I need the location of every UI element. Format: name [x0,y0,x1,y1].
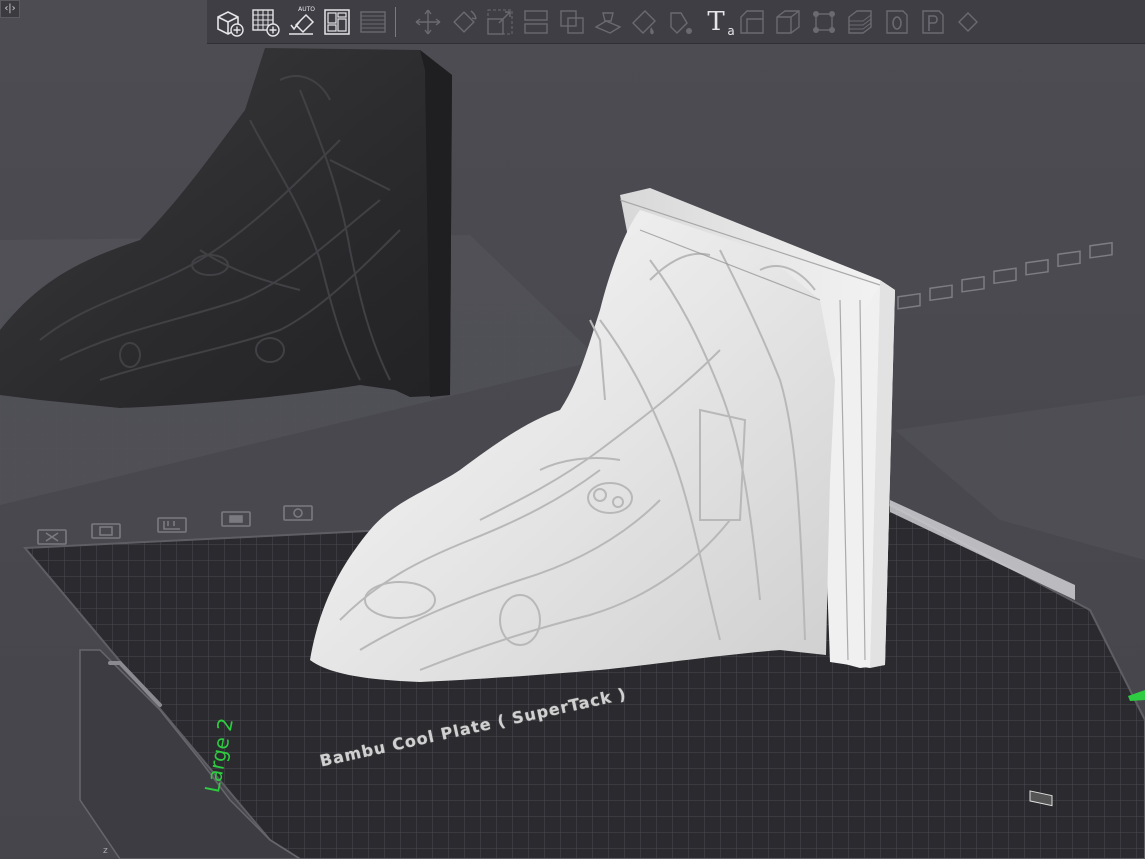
boolean-icon [594,11,622,34]
auto-badge: AUTO [298,5,315,13]
boolean-button[interactable] [590,2,626,42]
more-button[interactable] [950,2,986,42]
split-plates-button[interactable] [355,2,391,42]
main-toolbar: AUTO T a [207,0,1145,44]
dark-model[interactable] [0,48,452,408]
measure-icon [813,10,835,33]
toolbar-separator [395,6,396,37]
layers-button[interactable] [842,2,878,42]
color-paint-icon [670,11,692,34]
grid-plus-icon [252,8,280,37]
text-icon-letter: T [707,6,725,37]
scale-button[interactable] [482,2,518,42]
support-paint-button[interactable] [626,2,662,42]
p-button[interactable] [914,2,950,42]
rotate-button[interactable] [446,2,482,42]
add-plate-button[interactable] [247,2,283,42]
cube-plus-icon [217,10,244,37]
cut-icon [560,9,584,34]
zero-icon [886,9,908,34]
seam-icon [740,9,764,34]
layers-icon [848,9,872,34]
text-icon: Ta [707,6,734,37]
box-icon [776,9,800,34]
plates-icon [360,10,386,33]
add-object-button[interactable] [211,2,247,42]
measure-button[interactable] [806,2,842,42]
auto-orient-button[interactable]: AUTO [283,2,319,42]
rotate-icon [453,9,477,33]
lay-on-face-icon [524,9,548,34]
arrange-button[interactable] [319,2,355,42]
collapse-sidebar-button[interactable]: ‹|› [0,0,20,18]
seam-button[interactable] [734,2,770,42]
color-paint-button[interactable] [662,2,698,42]
p-icon [922,9,944,34]
right-plate-icons [897,241,1113,310]
place-on-face-button[interactable] [518,2,554,42]
scale-icon [487,9,513,35]
move-icon [415,9,441,34]
cut-button[interactable] [554,2,590,42]
axis-z-label: z [103,846,108,856]
assembly-button[interactable] [770,2,806,42]
layout-icon [324,8,350,35]
zero-button[interactable] [878,2,914,42]
support-paint-icon [632,9,656,34]
more-icon [958,11,978,32]
3d-viewport[interactable]: ‹|› AUTO T a Bambu Cool Plate (SuperTac… [0,0,1145,859]
scene-canvas[interactable] [0,0,1145,859]
text-button[interactable]: Ta [698,2,734,42]
move-button[interactable] [410,2,446,42]
